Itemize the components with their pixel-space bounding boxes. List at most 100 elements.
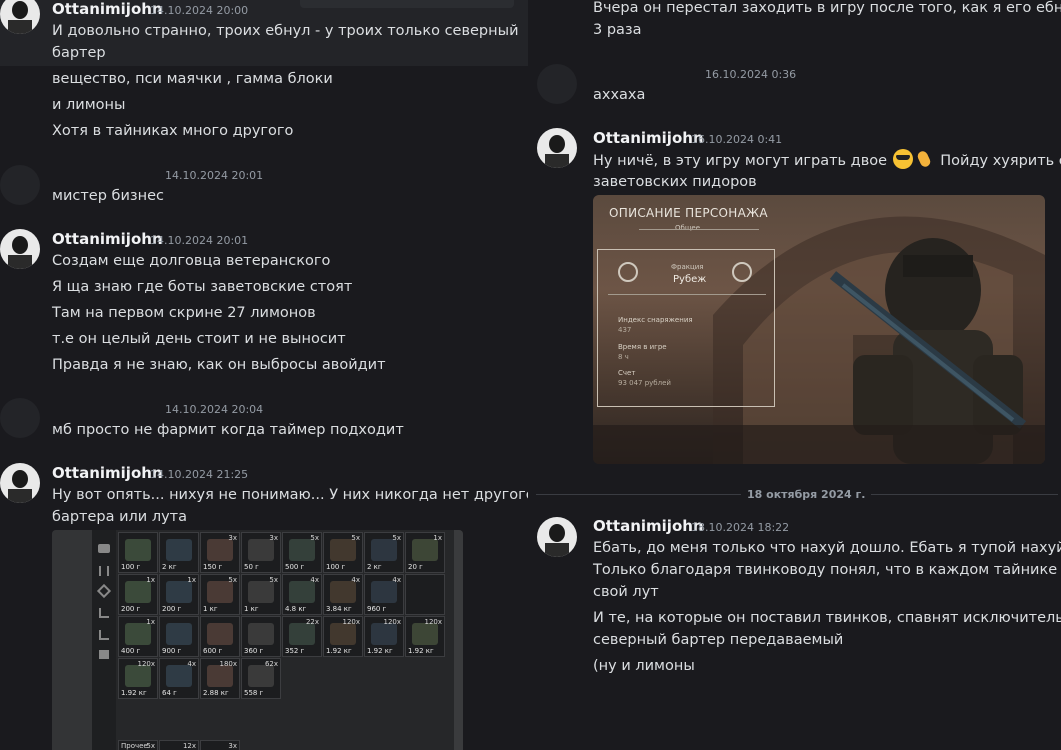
inventory-slot[interactable]: 4x 960 г (364, 574, 404, 615)
item-count: 1x (146, 576, 155, 584)
username[interactable]: Ottanimijohn (52, 0, 163, 18)
username[interactable]: Ottanimijohn (593, 517, 704, 535)
tools-icon[interactable] (96, 583, 112, 599)
subheading-rule (639, 229, 759, 230)
inventory-slot[interactable]: 22x 352 г (282, 616, 322, 657)
message-text: северный бартер передаваемый (593, 632, 844, 648)
sunglasses-emoji-icon[interactable] (892, 149, 913, 169)
item-weight: 200 г (162, 605, 182, 613)
inventory-slot[interactable]: 2 кг (159, 532, 199, 573)
inventory-slot[interactable] (405, 574, 445, 615)
inventory-slot[interactable]: 5x 1 кг (200, 574, 240, 615)
timestamp[interactable]: 14.10.2024 20:00 (150, 4, 248, 17)
inventory-slot[interactable]: 12x (159, 740, 199, 750)
sliders-icon[interactable] (99, 566, 109, 576)
inventory-slot[interactable]: 3x (200, 740, 240, 750)
timestamp[interactable]: 18.10.2024 18:22 (691, 521, 789, 534)
chart-icon[interactable] (99, 630, 109, 640)
camera-icon[interactable] (98, 544, 110, 553)
inventory-slot[interactable]: 120x 1.92 кг (364, 616, 404, 657)
item-count: 3x (228, 534, 237, 542)
hierarchy-icon[interactable] (99, 608, 109, 618)
message-text: Я ща знаю где боты заветовские стоят (52, 279, 353, 295)
item-weight: 900 г (162, 647, 182, 655)
inventory-slot[interactable]: 5x 500 г (282, 532, 322, 573)
item-count: 120x (137, 660, 155, 668)
timestamp[interactable]: 16.10.2024 0:41 (691, 133, 782, 146)
inventory-slot[interactable]: 1x 20 г (405, 532, 445, 573)
item-count: 5x (269, 576, 278, 584)
username[interactable]: Ottanimijohn (52, 230, 163, 248)
image-attachment[interactable]: 100 г 2 кг 3x 150 г 3x 50 г 5x 500 г 5x 100 г 5x 2 … (52, 530, 463, 750)
inventory-scrollbar[interactable] (454, 530, 463, 750)
inventory-slot[interactable]: 120x 1.92 кг (323, 616, 363, 657)
inventory-slot[interactable]: 62x 558 г (241, 658, 281, 699)
inventory-slot[interactable]: 4x 64 г (159, 658, 199, 699)
avatar[interactable] (0, 463, 40, 503)
message-text: Создам еще долговца ветеранского (52, 253, 331, 269)
message-text: Ебать, до меня только что нахуй дошло. Е… (593, 540, 1061, 556)
chat-column-right: Вчера он перестал заходить в игру после … (528, 0, 1061, 750)
item-icon (412, 623, 438, 645)
message-text-part: Пойду хуярить его (940, 153, 1061, 169)
message-text-part: Ну ничё, в эту игру могут играть двое (593, 153, 888, 169)
avatar[interactable] (0, 165, 40, 205)
timestamp[interactable]: 14.10.2024 20:01 (165, 169, 263, 182)
avatar[interactable] (537, 64, 577, 104)
inventory-slot[interactable]: 180x 2.88 кг (200, 658, 240, 699)
avatar[interactable] (0, 398, 40, 438)
item-icon (125, 665, 151, 687)
inventory-slot[interactable]: 100 г (118, 532, 158, 573)
item-icon (166, 581, 192, 603)
call-me-hand-emoji-icon[interactable] (915, 149, 935, 169)
timestamp[interactable]: 16.10.2024 0:36 (705, 68, 796, 81)
inventory-slot[interactable]: 3x 50 г (241, 532, 281, 573)
inventory-slot[interactable]: 3x 150 г (200, 532, 240, 573)
inventory-slot[interactable]: 600 г (200, 616, 240, 657)
item-weight: 1.92 кг (121, 689, 147, 697)
item-count: 180x (219, 660, 237, 668)
timestamp[interactable]: 14.10.2024 20:04 (165, 403, 263, 416)
message-text: (ну и лимоны (593, 658, 695, 674)
inventory-slot[interactable]: 120x 1.92 кг (405, 616, 445, 657)
inventory-slot[interactable]: 1x 200 г (118, 574, 158, 615)
inventory-slot[interactable]: 4x 3.84 кг (323, 574, 363, 615)
image-attachment[interactable]: ОПИСАНИЕ ПЕРСОНАЖА Общее Фракция Рубеж И… (593, 195, 1045, 464)
avatar[interactable] (537, 517, 577, 557)
inventory-slot[interactable]: Прочее 5x (118, 740, 158, 750)
inventory-slot[interactable]: 5x 2 кг (364, 532, 404, 573)
item-icon (412, 539, 438, 561)
date-divider-label: 18 октября 2024 г. (741, 488, 872, 501)
inventory-slot[interactable]: 900 г (159, 616, 199, 657)
emblem-icon (618, 262, 638, 282)
avatar[interactable] (0, 229, 40, 269)
message-text: аххаха (593, 87, 646, 103)
username[interactable]: Ottanimijohn (52, 464, 163, 482)
inventory-slot[interactable]: 120x 1.92 кг (118, 658, 158, 699)
panel-heading: ОПИСАНИЕ ПЕРСОНАЖА (609, 206, 768, 220)
avatar[interactable] (537, 128, 577, 168)
avatar[interactable] (0, 0, 40, 34)
gear-value: 437 (618, 326, 632, 334)
score-label: Счет (618, 369, 636, 377)
inventory-slot[interactable]: 5x 1 кг (241, 574, 281, 615)
message-actions-bar[interactable] (300, 0, 514, 8)
item-icon (330, 623, 356, 645)
item-weight: 1.92 кг (326, 647, 352, 655)
item-icon (248, 539, 274, 561)
inventory-slot[interactable]: 360 г (241, 616, 281, 657)
item-count: 1x (146, 618, 155, 626)
timestamp[interactable]: 14.10.2024 20:01 (150, 234, 248, 247)
time-value: 8 ч (618, 353, 629, 361)
inventory-grid: 100 г 2 кг 3x 150 г 3x 50 г 5x 500 г 5x 100 г 5x 2 … (116, 530, 463, 750)
inventory-slot[interactable]: 4x 4.8 кг (282, 574, 322, 615)
inventory-slot[interactable]: 1x 400 г (118, 616, 158, 657)
inventory-slot[interactable]: 1x 200 г (159, 574, 199, 615)
box-icon[interactable] (99, 650, 109, 659)
timestamp[interactable]: 14.10.2024 21:25 (150, 468, 248, 481)
username[interactable]: Ottanimijohn (593, 129, 704, 147)
message-group[interactable]: Ottanimijohn 14.10.2024 20:00 И довольно… (0, 0, 528, 66)
inventory-sidebar (52, 530, 92, 750)
inventory-slot[interactable]: 5x 100 г (323, 532, 363, 573)
item-count: 22x (305, 618, 319, 626)
